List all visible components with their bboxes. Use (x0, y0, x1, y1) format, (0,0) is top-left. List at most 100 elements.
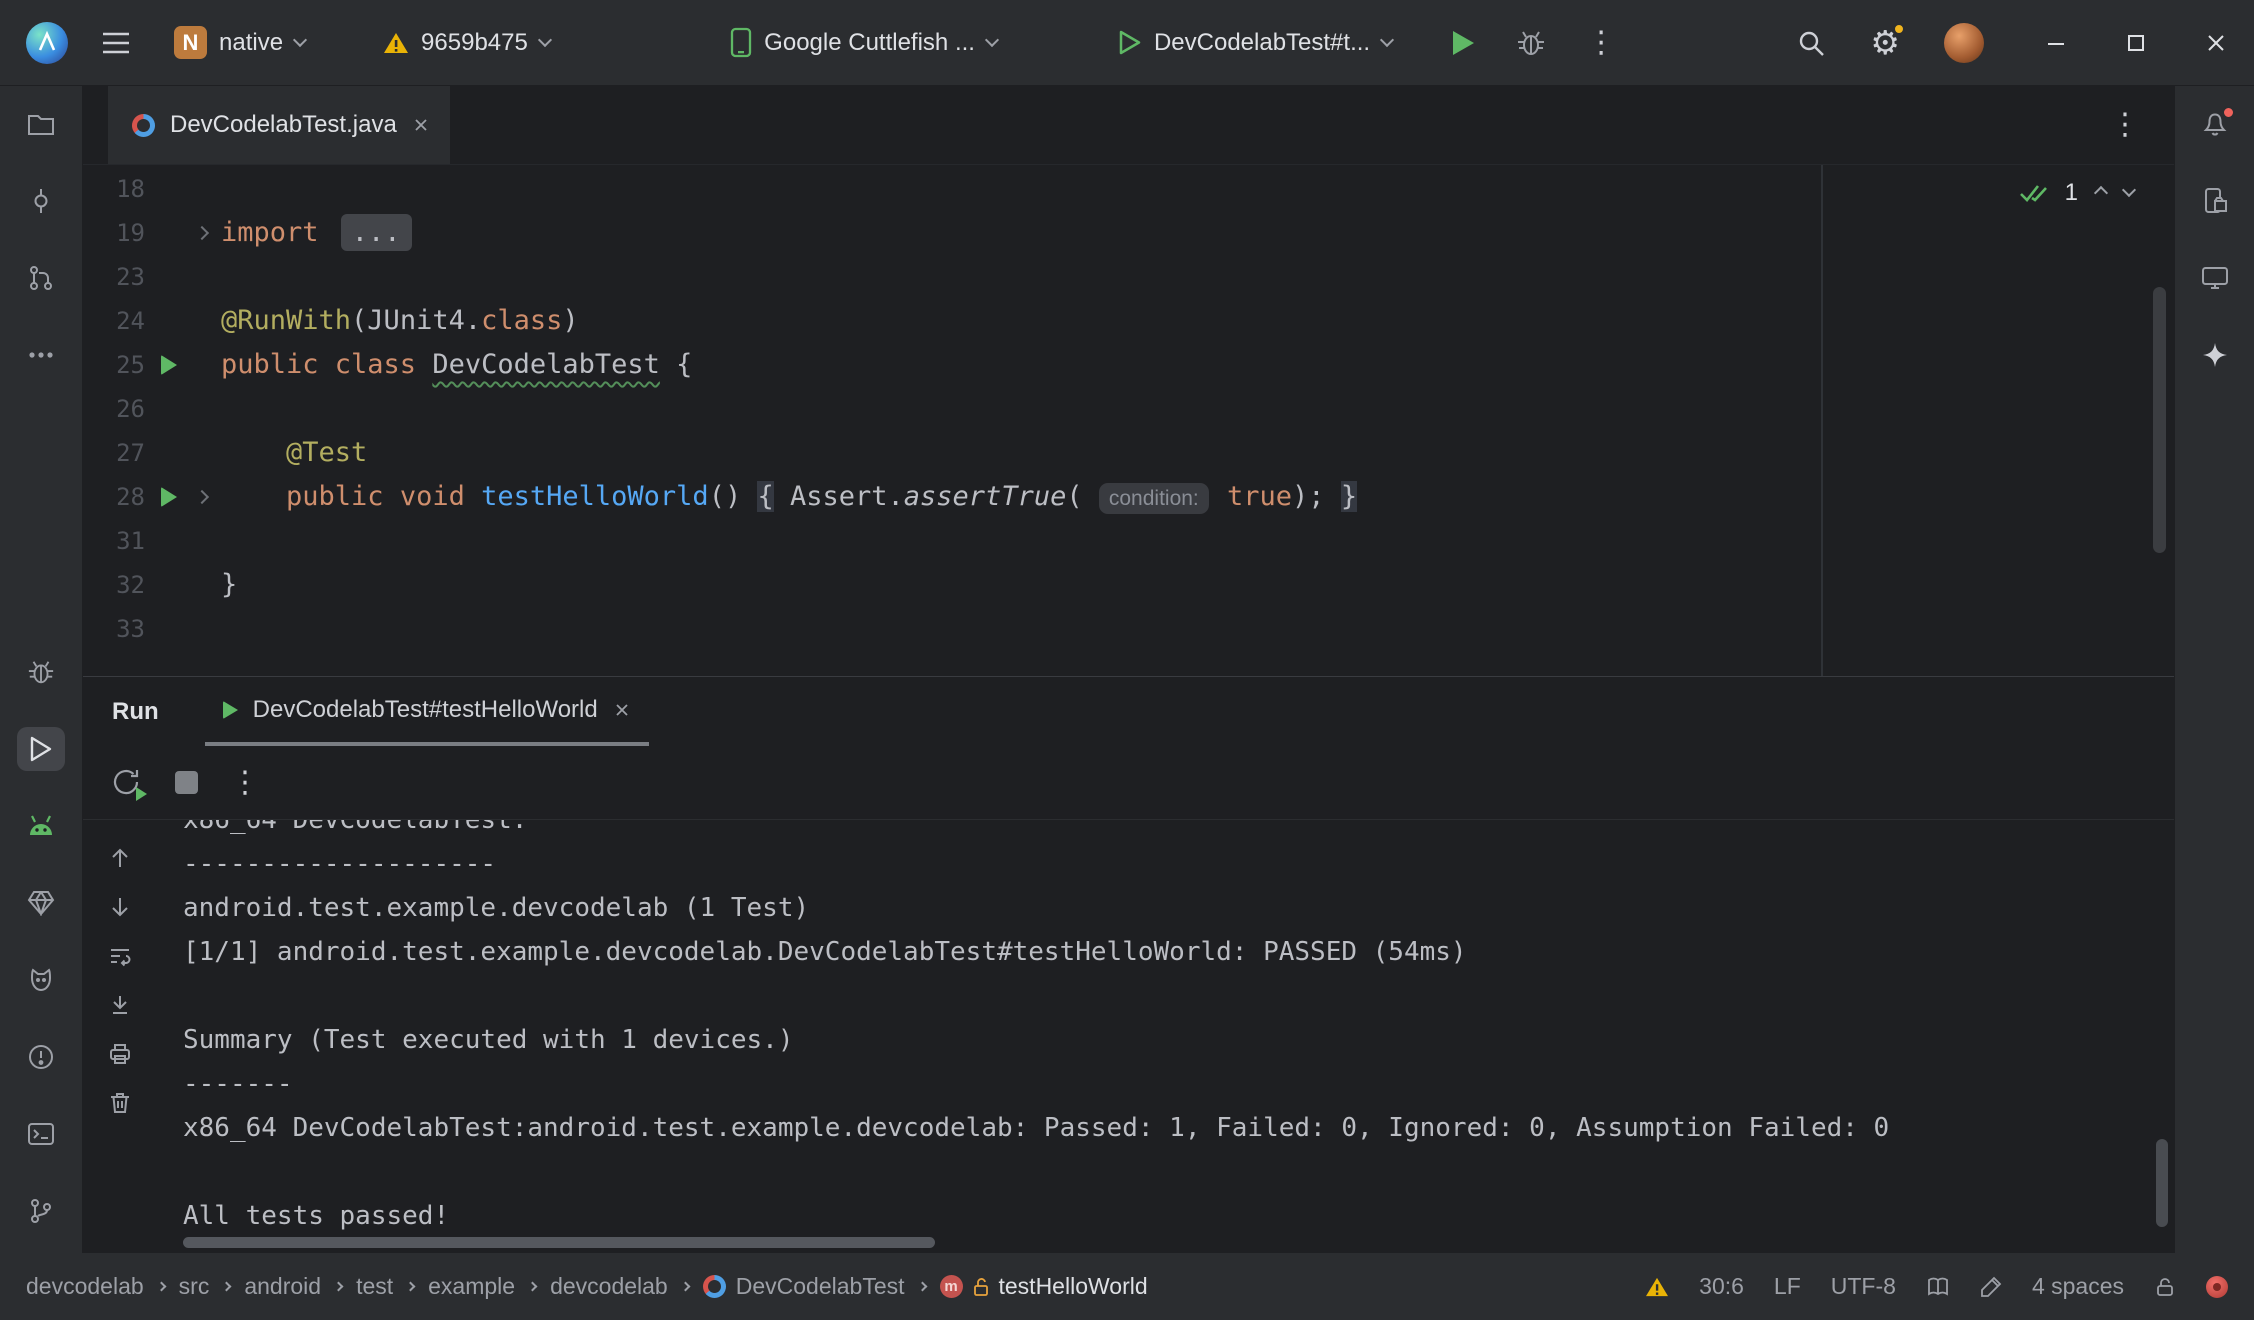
search-icon[interactable] (1796, 28, 1826, 58)
device-selector[interactable]: Google Cuttlefish ... (730, 27, 997, 58)
clear-all-trash-icon[interactable] (102, 1085, 138, 1121)
app-quality-insights-icon[interactable] (17, 881, 65, 925)
file-encoding[interactable]: UTF-8 (1831, 1273, 1896, 1300)
avatar[interactable] (1944, 23, 1984, 63)
gemini-sparkle-icon[interactable] (2191, 333, 2239, 377)
breadcrumb-item[interactable]: test (356, 1273, 393, 1300)
code-line[interactable]: 27 @Test (83, 431, 2174, 475)
console-line: Summary (Test executed with 1 devices.) (183, 1018, 2174, 1062)
close-icon[interactable] (613, 701, 631, 719)
code-line[interactable]: 31 (83, 519, 2174, 563)
device-name: Google Cuttlefish ... (764, 29, 975, 57)
project-folder-icon[interactable] (17, 102, 65, 146)
line-ending[interactable]: LF (1774, 1273, 1801, 1300)
code-line[interactable]: 32} (83, 563, 2174, 607)
run-config-selector[interactable]: DevCodelabTest#t... (1117, 29, 1392, 57)
code-line[interactable]: 23 (83, 255, 2174, 299)
next-problem-icon[interactable] (2122, 183, 2136, 197)
breadcrumb-item[interactable]: devcodelab (26, 1273, 144, 1300)
editor-tab[interactable]: DevCodelabTest.java (108, 86, 450, 164)
rerun-icon[interactable] (111, 767, 143, 799)
lock-icon[interactable] (2154, 1276, 2176, 1298)
right-margin-guide (1821, 165, 1823, 676)
close-icon[interactable] (412, 116, 430, 134)
code-line[interactable]: 18 (83, 167, 2174, 211)
scroll-to-end-icon[interactable] (102, 987, 138, 1023)
code-line[interactable]: 25public class DevCodelabTest { (83, 343, 2174, 387)
up-arrow-icon[interactable] (102, 840, 138, 876)
notifications-bell-icon[interactable] (2191, 102, 2239, 146)
commit-icon[interactable] (17, 179, 65, 223)
console-output[interactable]: x86_64 DevCodelabTest:------------------… (157, 820, 2174, 1253)
tab-options-icon[interactable]: ⋮ (2110, 110, 2140, 140)
main-menu-icon[interactable] (102, 32, 130, 54)
caret-position[interactable]: 30:6 (1699, 1273, 1744, 1300)
editor-tabbar: DevCodelabTest.java ⋮ (83, 86, 2174, 165)
code-line[interactable]: 24@RunWith(JUnit4.class) (83, 299, 2174, 343)
problems-icon[interactable] (17, 1035, 65, 1079)
minimize-button[interactable] (2044, 31, 2068, 55)
breadcrumb-item[interactable]: android (244, 1273, 321, 1300)
reader-mode-icon[interactable] (1926, 1276, 1950, 1298)
settings-gear-icon[interactable]: ⚙ (1870, 26, 1900, 59)
console-toolbar (83, 820, 157, 1253)
code-line[interactable]: 28 public void testHelloWorld() { Assert… (83, 475, 2174, 519)
run-toolwindow-icon[interactable] (17, 727, 65, 771)
more-tool-windows-icon[interactable] (17, 333, 65, 377)
test-class-icon (132, 114, 155, 137)
close-button[interactable] (2204, 31, 2228, 55)
breadcrumb-item[interactable]: example (428, 1273, 515, 1300)
console-line: -------------------- (183, 842, 2174, 886)
version-control-icon[interactable] (17, 1189, 65, 1233)
code-line[interactable]: 26 (83, 387, 2174, 431)
public-unlock-icon (973, 1277, 989, 1297)
more-actions-icon[interactable]: ⋮ (1586, 28, 1616, 58)
android-studio-logo-icon (26, 22, 68, 64)
gutter-icons (145, 607, 221, 651)
device-manager-icon[interactable] (17, 804, 65, 848)
down-arrow-icon[interactable] (102, 889, 138, 925)
device-explorer-icon[interactable] (2191, 179, 2239, 223)
code-editor[interactable]: 1819import ...2324@RunWith(JUnit4.class)… (83, 165, 2174, 676)
fold-chevron-icon[interactable] (195, 490, 209, 504)
fatal-error-indicator[interactable] (2206, 1276, 2228, 1298)
breadcrumb-item-current[interactable]: m testHelloWorld (940, 1273, 1148, 1300)
debug-button[interactable] (1516, 28, 1546, 58)
console-scrollbar[interactable] (2156, 1139, 2168, 1227)
run-more-options-icon[interactable]: ⋮ (230, 768, 260, 798)
fold-chevron-icon[interactable] (195, 226, 209, 240)
running-devices-icon[interactable] (2191, 256, 2239, 300)
pen-icon[interactable] (1980, 1276, 2002, 1298)
stop-icon[interactable] (175, 771, 198, 794)
breadcrumb-item[interactable]: devcodelab (550, 1273, 668, 1300)
horizontal-scrollbar[interactable] (183, 1237, 935, 1248)
soft-wrap-icon[interactable] (102, 938, 138, 974)
terminal-icon[interactable] (17, 1112, 65, 1156)
inspection-widget[interactable]: 1 (2019, 179, 2134, 207)
warning-icon (383, 31, 409, 55)
breadcrumb-item[interactable]: DevCodelabTest (703, 1273, 905, 1300)
maximize-button[interactable] (2124, 31, 2148, 55)
run-button[interactable] (1450, 29, 1476, 57)
code-line[interactable]: 19import ... (83, 211, 2174, 255)
gutter-icons (145, 211, 221, 255)
logcat-cat-icon[interactable] (17, 958, 65, 1002)
debug-toolwindow-icon[interactable] (17, 650, 65, 694)
run-gutter-icon[interactable] (161, 355, 177, 375)
gutter-icons (145, 255, 221, 299)
warning-triangle-icon[interactable] (1645, 1276, 1669, 1298)
editor-scrollbar[interactable] (2153, 287, 2166, 553)
run-gutter-icon[interactable] (161, 487, 177, 507)
statusbar: devcodelab src android test example devc… (0, 1253, 2254, 1320)
run-config-name: DevCodelabTest#t... (1154, 29, 1370, 57)
pull-requests-icon[interactable] (17, 256, 65, 300)
print-icon[interactable] (102, 1036, 138, 1072)
breadcrumb-item[interactable]: src (179, 1273, 210, 1300)
project-widget[interactable]: N native (174, 26, 305, 59)
indent-config[interactable]: 4 spaces (2032, 1273, 2124, 1300)
code-text: @RunWith(JUnit4.class) (221, 299, 579, 343)
vcs-widget[interactable]: 9659b475 (383, 29, 550, 57)
prev-problem-icon[interactable] (2094, 186, 2108, 200)
code-line[interactable]: 33 (83, 607, 2174, 651)
run-tab[interactable]: DevCodelabTest#testHelloWorld (205, 677, 649, 746)
